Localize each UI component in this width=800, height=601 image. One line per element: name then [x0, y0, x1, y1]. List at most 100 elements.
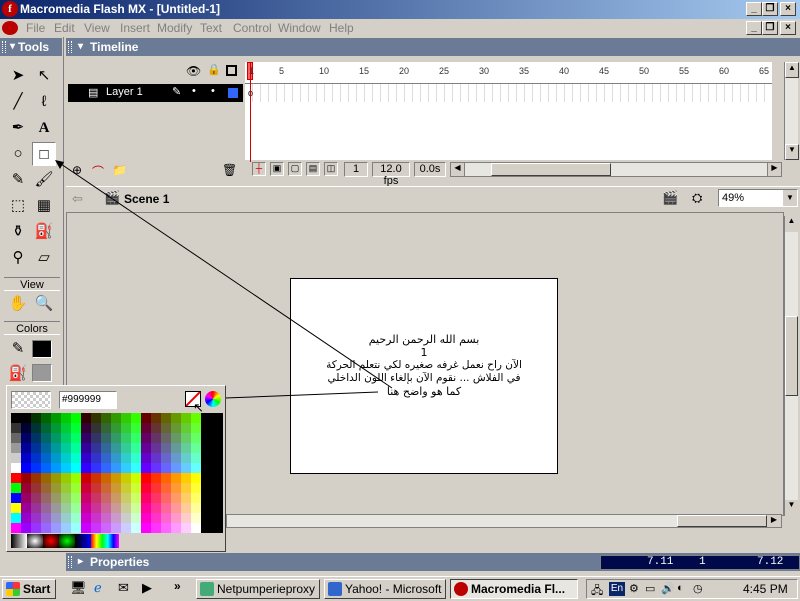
- swatch-cell[interactable]: [151, 523, 161, 533]
- swatch-cell[interactable]: [11, 443, 21, 453]
- tray-app-icon[interactable]: ⚙: [629, 582, 639, 595]
- swatch-cell[interactable]: [21, 463, 31, 473]
- swatch-cell[interactable]: [11, 413, 21, 423]
- swatch-cell[interactable]: [81, 433, 91, 443]
- swatch-cell[interactable]: [91, 423, 101, 433]
- swatch-cell[interactable]: [121, 473, 131, 483]
- swatch-cell[interactable]: [141, 433, 151, 443]
- swatch-cell[interactable]: [171, 513, 181, 523]
- swatch-cell[interactable]: [201, 473, 211, 483]
- swatch-cell[interactable]: [61, 503, 71, 513]
- swatch-cell[interactable]: [41, 473, 51, 483]
- swatch-cell[interactable]: [121, 453, 131, 463]
- swatch-cell[interactable]: [151, 513, 161, 523]
- swatch-cell[interactable]: [11, 513, 21, 523]
- swatch-cell[interactable]: [131, 423, 141, 433]
- swatch-cell[interactable]: [21, 513, 31, 523]
- swatch-cell[interactable]: [131, 503, 141, 513]
- swatch-cell[interactable]: [141, 523, 151, 533]
- swatch-cell[interactable]: [71, 513, 81, 523]
- swatch-cell[interactable]: [181, 463, 191, 473]
- swatch-cell[interactable]: [201, 453, 211, 463]
- swatch-cell[interactable]: [61, 523, 71, 533]
- swatch-cell[interactable]: [131, 413, 141, 423]
- swatch-cell[interactable]: [171, 473, 181, 483]
- swatch-cell[interactable]: [101, 433, 111, 443]
- swatch-cell[interactable]: [161, 463, 171, 473]
- swatch-cell[interactable]: [171, 503, 181, 513]
- swatch-cell[interactable]: [181, 433, 191, 443]
- swatch-cell[interactable]: [81, 493, 91, 503]
- swatch-cell[interactable]: [101, 443, 111, 453]
- swatch-cell[interactable]: [191, 423, 201, 433]
- swatch-cell[interactable]: [171, 443, 181, 453]
- swatch-cell[interactable]: [211, 443, 221, 453]
- swatch-cell[interactable]: [201, 493, 211, 503]
- swatch-cell[interactable]: [141, 453, 151, 463]
- swatch-cell[interactable]: [101, 483, 111, 493]
- swatch-cell[interactable]: [51, 503, 61, 513]
- swatch-cell[interactable]: [21, 523, 31, 533]
- swatch-cell[interactable]: [211, 503, 221, 513]
- swatch-cell[interactable]: [41, 453, 51, 463]
- swatch-cell[interactable]: [91, 433, 101, 443]
- swatch-cell[interactable]: [111, 423, 121, 433]
- swatch-cell[interactable]: [61, 483, 71, 493]
- start-button[interactable]: Start: [2, 579, 56, 599]
- swatch-cell[interactable]: [161, 483, 171, 493]
- tray-shield-icon[interactable]: ◐: [677, 582, 684, 594]
- swatch-cell[interactable]: [161, 503, 171, 513]
- swatch-cell[interactable]: [191, 413, 201, 423]
- swatch-cell[interactable]: [21, 433, 31, 443]
- swatch-cell[interactable]: [41, 463, 51, 473]
- swatch-cell[interactable]: [151, 493, 161, 503]
- swatch-cell[interactable]: [181, 443, 191, 453]
- swatch-cell[interactable]: [171, 413, 181, 423]
- swatch-cell[interactable]: [31, 433, 41, 443]
- swatch-cell[interactable]: [111, 433, 121, 443]
- outlook-icon[interactable]: ✉: [118, 580, 129, 596]
- swatch-cell[interactable]: [91, 413, 101, 423]
- swatch-cell[interactable]: [161, 413, 171, 423]
- swatch-cell[interactable]: [211, 453, 221, 463]
- swatch-cell[interactable]: [141, 463, 151, 473]
- swatch-cell[interactable]: [121, 503, 131, 513]
- swatch-cell[interactable]: [61, 433, 71, 443]
- swatch-cell[interactable]: [91, 453, 101, 463]
- swatch-cell[interactable]: [51, 493, 61, 503]
- swatch-cell[interactable]: [11, 433, 21, 443]
- swatch-cell[interactable]: [11, 473, 21, 483]
- swatch-cell[interactable]: [151, 423, 161, 433]
- swatch-cell[interactable]: [201, 503, 211, 513]
- swatch-cell[interactable]: [51, 413, 61, 423]
- swatch-cell[interactable]: [141, 493, 151, 503]
- swatch-cell[interactable]: [171, 463, 181, 473]
- swatch-cell[interactable]: [151, 433, 161, 443]
- swatch-cell[interactable]: [141, 473, 151, 483]
- swatch-cell[interactable]: [51, 483, 61, 493]
- swatch-cell[interactable]: [91, 523, 101, 533]
- swatch-cell[interactable]: [81, 463, 91, 473]
- swatch-cell[interactable]: [121, 423, 131, 433]
- swatch-cell[interactable]: [141, 413, 151, 423]
- swatch-cell[interactable]: [31, 453, 41, 463]
- swatch-cell[interactable]: [71, 493, 81, 503]
- swatch-cell[interactable]: [121, 483, 131, 493]
- swatch-cell[interactable]: [71, 423, 81, 433]
- swatch-cell[interactable]: [21, 503, 31, 513]
- swatch-cell[interactable]: [81, 513, 91, 523]
- swatch-cell[interactable]: [111, 513, 121, 523]
- swatch-cell[interactable]: [91, 483, 101, 493]
- swatch-cell[interactable]: [191, 443, 201, 453]
- swatch-cell[interactable]: [91, 473, 101, 483]
- swatch-cell[interactable]: [41, 523, 51, 533]
- tray-timer-icon[interactable]: ◷: [693, 582, 703, 595]
- swatch-cell[interactable]: [151, 453, 161, 463]
- show-desktop-icon[interactable]: 🖥: [70, 580, 87, 596]
- swatch-cell[interactable]: [211, 463, 221, 473]
- swatch-cell[interactable]: [161, 523, 171, 533]
- taskbar-button-ie[interactable]: Yahoo! - Microsoft ...: [324, 579, 446, 599]
- swatch-cell[interactable]: [151, 413, 161, 423]
- swatch-cell[interactable]: [161, 513, 171, 523]
- taskbar-button-flash[interactable]: Macromedia Fl...: [450, 579, 578, 599]
